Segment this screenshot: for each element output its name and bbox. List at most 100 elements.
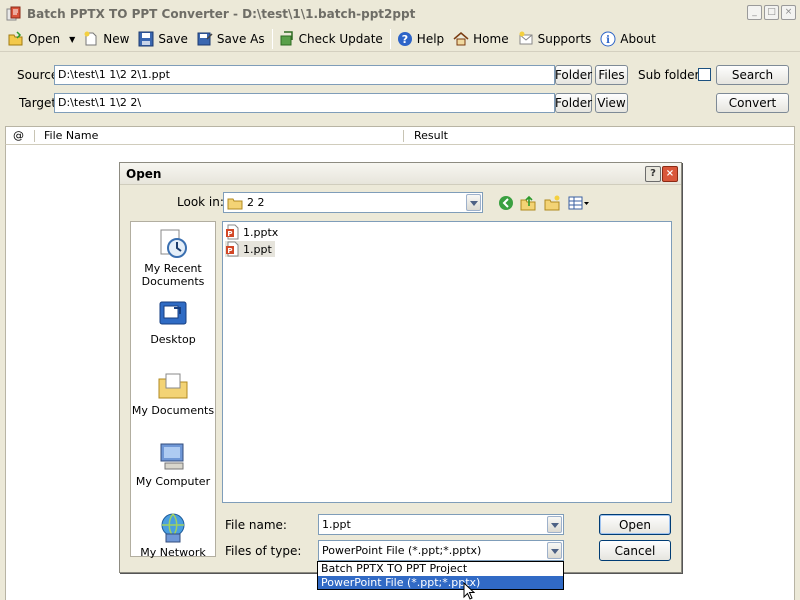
- place-recent-documents[interactable]: My Recent Documents: [131, 228, 215, 288]
- minimize-button[interactable]: _: [747, 5, 762, 20]
- file-item-ppt[interactable]: P 1.ppt: [225, 241, 275, 257]
- place-label: My Computer: [135, 475, 211, 488]
- supports-button[interactable]: Supports: [514, 28, 597, 50]
- search-button[interactable]: Search: [716, 65, 789, 85]
- target-field[interactable]: D:\test\1 1\2 2\: [54, 93, 555, 113]
- type-option-project[interactable]: Batch PPTX TO PPT Project: [318, 562, 563, 575]
- maximize-button[interactable]: □: [764, 5, 779, 20]
- svg-text:i: i: [606, 35, 610, 46]
- check-update-label: Check Update: [298, 32, 383, 46]
- open-dialog: Open ? × Look in: 2 2 My Recent Document…: [119, 162, 682, 573]
- file-name-value: 1.ppt: [322, 518, 351, 531]
- file-name-combo[interactable]: 1.ppt: [318, 514, 564, 535]
- powerpoint-file-icon: P: [226, 224, 239, 240]
- source-files-button[interactable]: Files: [595, 65, 628, 85]
- save-as-button[interactable]: Save As: [193, 28, 270, 50]
- place-label: My Network: [140, 546, 206, 559]
- floppy-disk-icon: [138, 31, 154, 47]
- source-label: Source: [17, 68, 59, 82]
- dialog-title: Open: [126, 167, 162, 181]
- places-bar: My Recent Documents Desktop My Documents…: [130, 221, 216, 559]
- file-grid-header: @ File Name Result: [5, 126, 795, 145]
- file-list[interactable]: P 1.pptx P 1.ppt: [222, 221, 672, 503]
- look-in-combo[interactable]: 2 2: [223, 192, 483, 213]
- place-my-network[interactable]: My Network: [131, 512, 215, 559]
- file-item-pptx[interactable]: P 1.pptx: [225, 224, 281, 240]
- dialog-open-button[interactable]: Open: [599, 514, 671, 535]
- app-icon: [6, 6, 21, 20]
- column-separator[interactable]: [403, 130, 404, 142]
- home-button[interactable]: Home: [449, 28, 513, 50]
- window-title: Batch PPTX TO PPT Converter - D:\test\1\…: [27, 6, 416, 21]
- column-result[interactable]: Result: [414, 129, 448, 142]
- powerpoint-file-icon: P: [226, 241, 239, 257]
- folder-icon: [227, 198, 243, 209]
- file-name: 1.ppt: [243, 242, 272, 256]
- save-as-icon: [197, 32, 213, 46]
- svg-text:?: ?: [402, 33, 408, 46]
- chevron-down-icon[interactable]: [547, 516, 562, 533]
- new-document-icon: [84, 31, 97, 46]
- desktop-icon: [159, 301, 187, 325]
- save-label: Save: [158, 32, 188, 46]
- toolbar-separator: [389, 29, 391, 49]
- dialog-cancel-button[interactable]: Cancel: [599, 540, 671, 561]
- place-label: My Recent Documents: [141, 262, 205, 288]
- my-network-icon: [161, 513, 185, 543]
- window-titlebar: Batch PPTX TO PPT Converter - D:\test\1\…: [0, 0, 800, 27]
- toolbar-separator: [271, 29, 273, 49]
- column-file-name[interactable]: File Name: [44, 129, 98, 142]
- column-separator[interactable]: [34, 130, 35, 142]
- place-my-documents[interactable]: My Documents: [131, 370, 215, 417]
- back-icon[interactable]: [498, 195, 514, 211]
- check-update-button[interactable]: Check Update: [275, 28, 388, 50]
- dialog-close-button[interactable]: ×: [662, 166, 678, 182]
- convert-button[interactable]: Convert: [716, 93, 789, 113]
- target-view-button[interactable]: View: [595, 93, 628, 113]
- column-at[interactable]: @: [13, 129, 24, 142]
- look-in-label: Look in:: [177, 195, 224, 209]
- chevron-down-icon[interactable]: [547, 542, 562, 559]
- files-of-type-value: PowerPoint File (*.ppt;*.pptx): [322, 544, 482, 557]
- paths-panel: Source D:\test\1 1\2 2\1.ppt Folder File…: [5, 56, 795, 122]
- save-button[interactable]: Save: [134, 28, 192, 50]
- view-menu-icon[interactable]: [568, 195, 590, 211]
- mouse-cursor-icon: [463, 582, 475, 600]
- open-dropdown-arrow-icon[interactable]: ▼: [69, 35, 75, 44]
- files-of-type-combo[interactable]: PowerPoint File (*.ppt;*.pptx): [318, 540, 564, 561]
- chevron-down-icon[interactable]: [466, 194, 481, 211]
- about-button[interactable]: i About: [596, 28, 660, 50]
- new-button[interactable]: New: [79, 28, 134, 50]
- new-folder-icon[interactable]: [544, 195, 560, 211]
- info-icon: i: [600, 31, 616, 47]
- save-as-label: Save As: [216, 32, 265, 46]
- place-label: Desktop: [150, 333, 196, 346]
- supports-icon: [519, 31, 533, 45]
- place-label: My Documents: [131, 404, 215, 417]
- up-folder-icon[interactable]: [520, 195, 536, 211]
- about-label: About: [620, 32, 656, 46]
- look-in-value: 2 2: [247, 196, 265, 209]
- type-option-powerpoint[interactable]: PowerPoint File (*.ppt;*.pptx): [318, 576, 563, 589]
- file-name-label: File name:: [225, 518, 287, 532]
- supports-label: Supports: [537, 32, 592, 46]
- place-desktop[interactable]: Desktop: [131, 299, 215, 346]
- source-field[interactable]: D:\test\1 1\2 2\1.ppt: [54, 65, 555, 85]
- open-button[interactable]: Open: [4, 28, 65, 50]
- toolbar: Open ▼ New Save Save As Check Update ? H…: [0, 27, 800, 52]
- dialog-titlebar: Open ? ×: [120, 163, 681, 185]
- help-icon: ?: [397, 32, 412, 46]
- help-label: Help: [416, 32, 445, 46]
- home-icon: [453, 32, 469, 46]
- dialog-help-button[interactable]: ?: [645, 166, 661, 182]
- file-name: 1.pptx: [243, 225, 279, 239]
- target-folder-button[interactable]: Folder: [555, 93, 592, 113]
- close-button[interactable]: ×: [781, 5, 796, 20]
- my-computer-icon: [160, 443, 184, 470]
- sub-folders-label: Sub folders: [638, 68, 706, 82]
- recent-documents-icon: [160, 229, 187, 258]
- help-button[interactable]: ? Help: [393, 28, 449, 50]
- source-folder-button[interactable]: Folder: [555, 65, 592, 85]
- place-my-computer[interactable]: My Computer: [131, 441, 215, 488]
- sub-folders-checkbox[interactable]: [698, 68, 711, 81]
